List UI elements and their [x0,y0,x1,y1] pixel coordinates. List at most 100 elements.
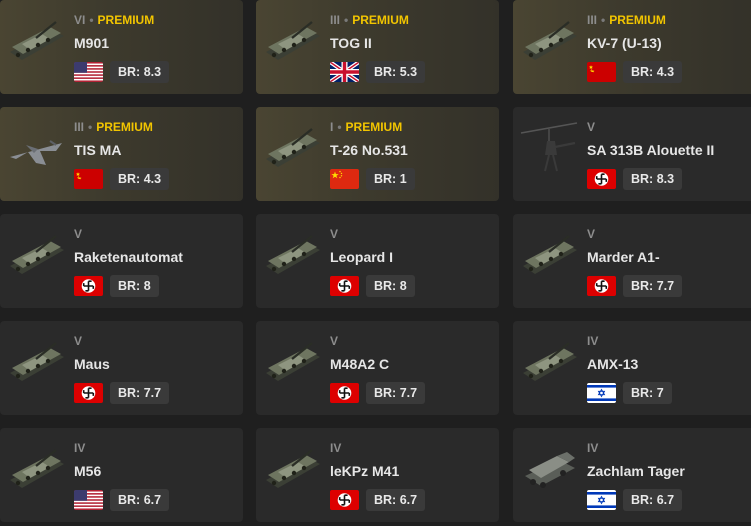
rank-label: V [74,334,83,348]
battle-rating-badge: BR: 1 [366,168,415,190]
vehicle-card[interactable]: IV M56 BR: 6.7 [0,428,243,522]
separator-dot: • [337,120,342,134]
vehicle-name: SA 313B Alouette II [587,142,715,158]
vehicle-name: Raketenautomat [74,249,183,265]
separator-dot: • [89,13,94,27]
rank-line: III • PREMIUM [587,13,666,27]
premium-badge: PREMIUM [96,120,153,134]
rank-label: IV [587,441,599,455]
vehicle-card[interactable]: V Raketenautomat BR: 8 [0,214,243,308]
israel-flag-icon [587,490,616,510]
vehicle-name: leKPz M41 [330,463,400,479]
israel-flag-icon [587,383,616,403]
usa-flag-icon [74,62,103,82]
premium-badge: PREMIUM [345,120,403,134]
vehicle-name: M48A2 C [330,356,390,372]
vehicle-card[interactable]: III • PREMIUM TOG II BR: 5.3 [256,0,499,94]
vehicle-card[interactable]: IV AMX-13 BR: 7 [513,321,751,415]
vehicle-card[interactable]: I • PREMIUM T-26 No.531 BR: 1 [256,107,499,201]
rank-line: III • PREMIUM [74,120,153,134]
rank-label: V [587,227,596,241]
germany-flag-icon [587,169,616,189]
battle-rating-badge: BR: 8.3 [110,61,170,83]
battle-rating-badge: BR: 6.7 [623,489,683,511]
tank-icon [6,14,66,68]
battle-rating-badge: BR: 8 [366,275,415,297]
rank-label: IV [74,441,86,455]
battle-rating-badge: BR: 4.3 [623,61,683,83]
rank-label: IV [330,441,342,455]
vehicle-card[interactable]: V SA 313B Alouette II BR: 8.3 [513,107,751,201]
battle-rating-badge: BR: 4.3 [110,168,170,190]
battle-rating-badge: BR: 7.7 [366,382,426,404]
rank-label: V [74,227,83,241]
battle-rating-badge: BR: 7.7 [110,382,170,404]
uk-flag-icon [330,62,359,82]
battle-rating-badge: BR: 8 [110,275,159,297]
separator-dot: • [344,13,349,27]
vehicle-card[interactable]: V Maus BR: 7.7 [0,321,243,415]
vehicle-card[interactable]: V Leopard I BR: 8 [256,214,499,308]
rank-line: V [330,334,338,348]
tank-icon [6,228,66,282]
vehicle-card[interactable]: IV Zachlam Tager BR: 6.7 [513,428,751,522]
vehicle-card[interactable]: VI • PREMIUM M901 BR: 8.3 [0,0,243,94]
jet-icon [6,121,66,175]
battle-rating-badge: BR: 7.7 [623,275,683,297]
tank-icon [519,335,579,389]
tank-icon [519,14,579,68]
rank-label: III [587,13,598,27]
rank-line: IV [330,441,341,455]
vehicle-name: TIS MA [74,142,122,158]
vehicle-name: Marder A1- [587,249,660,265]
germany-flag-icon [74,383,103,403]
rank-line: III • PREMIUM [330,13,409,27]
ussr-flag-icon [587,62,616,82]
vehicle-card[interactable]: III • PREMIUM TIS MA BR: 4.3 [0,107,243,201]
rank-label: III [330,13,341,27]
tank-icon [262,14,322,68]
rank-line: IV [587,334,598,348]
vehicle-name: KV-7 (U-13) [587,35,662,51]
separator-dot: • [88,120,93,134]
vehicle-card[interactable]: IV leKPz M41 BR: 6.7 [256,428,499,522]
vehicle-card[interactable]: III • PREMIUM KV-7 (U-13) BR: 4.3 [513,0,751,94]
rank-label: IV [587,334,599,348]
battle-rating-badge: BR: 6.7 [110,489,170,511]
china-flag-icon [330,169,359,189]
rank-line: V [330,227,338,241]
rank-label: I [330,120,334,134]
vehicle-grid: VI • PREMIUM M901 BR: 8.3 III • PREMIUM TOG II… [0,0,751,526]
vehicle-name: T-26 No.531 [330,142,408,158]
vehicle-name: Zachlam Tager [587,463,685,479]
vehicle-name: Maus [74,356,110,372]
germany-flag-icon [330,383,359,403]
rank-line: VI • PREMIUM [74,13,154,27]
rank-line: V [587,120,595,134]
vehicle-name: TOG II [330,35,372,51]
vehicle-name: M901 [74,35,110,51]
vehicle-card[interactable]: V Marder A1- BR: 7.7 [513,214,751,308]
ussr-flag-icon [74,169,103,189]
tank-icon [519,228,579,282]
premium-badge: PREMIUM [609,13,666,27]
separator-dot: • [601,13,606,27]
premium-badge: PREMIUM [97,13,155,27]
rank-line: IV [587,441,598,455]
rank-label: V [330,334,339,348]
rank-line: V [74,227,82,241]
tank-icon [6,335,66,389]
vehicle-card[interactable]: V M48A2 C BR: 7.7 [256,321,499,415]
rank-label: V [330,227,339,241]
rank-label: III [74,120,85,134]
tank-icon [262,335,322,389]
tank-icon [262,442,322,496]
rank-line: I • PREMIUM [330,120,402,134]
rank-line: IV [74,441,85,455]
usa-flag-icon [74,490,103,510]
rank-label: VI [74,13,86,27]
germany-flag-icon [330,276,359,296]
battle-rating-badge: BR: 6.7 [366,489,426,511]
tank-icon [262,228,322,282]
rank-line: V [587,227,595,241]
